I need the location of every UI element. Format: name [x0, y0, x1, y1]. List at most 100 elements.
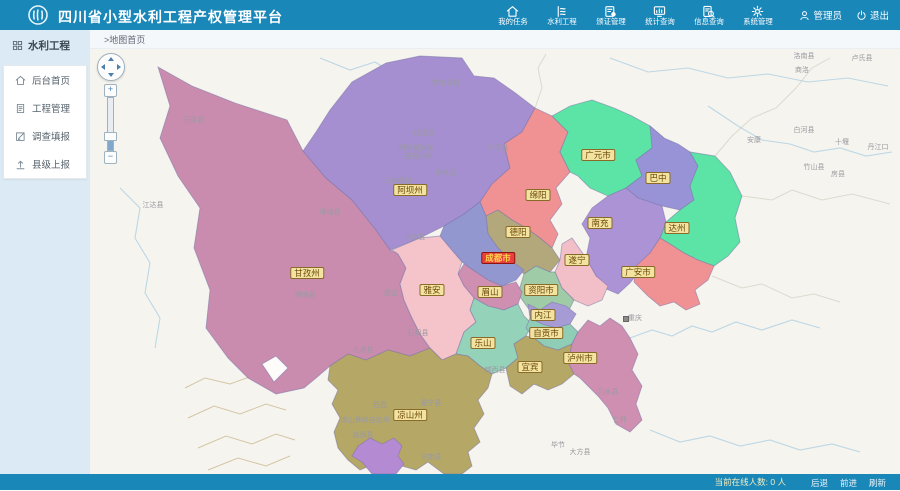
- sidebar-item-县级上报[interactable]: 县级上报: [4, 150, 86, 178]
- map-background-label: 小金县: [405, 232, 426, 242]
- zoom-slider-handle[interactable]: [104, 132, 117, 141]
- map-pan-zoom-control: + −: [97, 53, 125, 164]
- sidebar-item-label: 县级上报: [32, 157, 70, 171]
- power-icon: [856, 10, 867, 21]
- sidebar-item-label: 调查填报: [32, 129, 70, 143]
- gear-icon: [751, 5, 764, 18]
- map-region-label-yaan[interactable]: 雅安: [419, 284, 444, 296]
- sidebar-title-label: 水利工程: [28, 38, 70, 53]
- map-background-label: 壤塘县: [320, 207, 341, 217]
- nav-item-label: 系统管理: [743, 18, 772, 25]
- zoom-out-button[interactable]: −: [104, 151, 117, 164]
- map-region-label-guangan[interactable]: 广安市: [621, 266, 655, 278]
- map-region-label-deyang[interactable]: 德阳: [505, 226, 530, 238]
- status-link-刷新[interactable]: 刷新: [869, 478, 886, 488]
- map-background-label: 毕节: [551, 440, 565, 450]
- map-region-label-luzhou[interactable]: 泸州市: [563, 352, 597, 364]
- sidebar-menu: 后台首页工程管理调查填报县级上报: [3, 65, 87, 179]
- nav-item-水利工程[interactable]: 水利工程: [537, 0, 586, 30]
- map-background-label: 洛南县: [794, 51, 815, 61]
- sidebar-item-label: 后台首页: [32, 73, 70, 87]
- map-region-label-suining[interactable]: 遂宁: [564, 254, 589, 266]
- upload-icon: [15, 159, 26, 170]
- map-region-label-yibin[interactable]: 宜宾: [517, 361, 542, 373]
- breadcrumb-bar: >地图首页: [90, 30, 900, 49]
- map-region-label-leshan[interactable]: 乐山: [470, 337, 495, 349]
- map-background-label: 九龙县: [353, 345, 374, 355]
- edit-icon: [15, 131, 26, 142]
- map-region-label-guangyuan[interactable]: 广元市: [581, 149, 615, 161]
- map-region-label-mianyang[interactable]: 绵阳: [525, 189, 550, 201]
- map-region-label-neijiang[interactable]: 内江: [530, 309, 555, 321]
- map-background-label: 康定: [384, 288, 398, 298]
- map-background-label: 西昌: [373, 400, 387, 410]
- map-region-label-zigong[interactable]: 自贡市: [529, 327, 563, 339]
- water-authority-logo: [27, 4, 49, 26]
- map-background-label: 卢氏县: [852, 53, 873, 63]
- map-region-luzhou[interactable]: [568, 318, 642, 432]
- map-background-label: 房县: [831, 169, 845, 179]
- map-region-label-bazhong[interactable]: 巴中: [645, 172, 670, 184]
- map-background-label: 凉山彝族自治州: [341, 415, 390, 425]
- home-icon: [506, 5, 519, 18]
- map-region-label-dazhou[interactable]: 达州: [664, 222, 689, 234]
- map-background-label: 石渠县: [184, 115, 205, 125]
- map-background-label: 若尔盖县: [432, 78, 460, 88]
- map-canvas[interactable]: 洛南县卢氏县商洛安康白河县十堰丹江口竹山县房县重庆习水县仁怀毕节大方县江达县石渠…: [90, 48, 900, 474]
- zoom-slider[interactable]: [107, 97, 114, 151]
- map-background-label: 平武县: [488, 143, 509, 153]
- pan-down-icon[interactable]: [108, 73, 114, 77]
- map-background-label: 白河县: [794, 125, 815, 135]
- info-search-icon: [702, 5, 715, 18]
- sidebar-item-工程管理[interactable]: 工程管理: [4, 94, 86, 122]
- nav-item-label: 颁证管理: [596, 18, 625, 25]
- map-background-label: 黑水县: [436, 168, 457, 178]
- map-background-label: 习水县: [598, 387, 619, 397]
- nav-item-统计查询[interactable]: 统计查询: [635, 0, 684, 30]
- pan-right-icon[interactable]: [117, 64, 121, 70]
- map-background-label: 商洛: [795, 65, 809, 75]
- sidebar: 水利工程 后台首页工程管理调查填报县级上报: [0, 30, 90, 474]
- map-background-label: 仁怀: [613, 415, 627, 425]
- nav-item-颁证管理[interactable]: 颁证管理: [586, 0, 635, 30]
- map-background-label: 安康: [747, 135, 761, 145]
- nav-item-信息查询[interactable]: 信息查询: [684, 0, 733, 30]
- pan-left-icon[interactable]: [101, 64, 105, 70]
- pan-up-icon[interactable]: [108, 57, 114, 61]
- map-background-label: 石棉县: [408, 328, 429, 338]
- map-region-label-nanchong[interactable]: 南充: [587, 217, 612, 229]
- sidebar-header: 水利工程: [0, 30, 90, 61]
- map-pan-control[interactable]: [97, 53, 125, 81]
- page-title: 四川省小型水利工程产权管理平台: [58, 7, 283, 27]
- breadcrumb: >地图首页: [90, 30, 900, 46]
- nav-item-label: 我的任务: [498, 18, 527, 25]
- nav-item-系统管理[interactable]: 系统管理: [733, 0, 782, 30]
- status-bar: 当前在线人数: 0 人 后退 前进 刷新: [0, 474, 900, 490]
- user-icon: [799, 10, 810, 21]
- map-region-label-aba[interactable]: 阿坝州: [393, 184, 427, 196]
- grid-icon: [12, 40, 23, 51]
- sidebar-item-调查填报[interactable]: 调查填报: [4, 122, 86, 150]
- zoom-in-button[interactable]: +: [104, 84, 117, 97]
- nav-item-我的任务[interactable]: 我的任务: [488, 0, 537, 30]
- statistics-icon: [653, 5, 666, 18]
- status-link-前进[interactable]: 前进: [840, 478, 857, 488]
- map-region-label-chengdu[interactable]: 成都市: [481, 252, 515, 264]
- top-header: 四川省小型水利工程产权管理平台 我的任务 水利工程颁证管理 统计查询 信息查询系统管理…: [0, 0, 900, 30]
- map-region-label-ziyang[interactable]: 资阳市: [524, 284, 558, 296]
- user-name: 管理员: [813, 8, 842, 22]
- map-background-label: 竹山县: [804, 162, 825, 172]
- user-menu[interactable]: 管理员: [794, 8, 847, 22]
- map-background-label: 越西县: [485, 365, 506, 375]
- online-count: 当前在线人数: 0 人: [715, 476, 786, 488]
- nav-item-label: 统计查询: [645, 18, 674, 25]
- map-region-label-ganzi[interactable]: 甘孜州: [290, 267, 324, 279]
- map-background-label: 重庆: [628, 313, 642, 323]
- map-background-label: 江达县: [143, 200, 164, 210]
- sidebar-item-后台首页[interactable]: 后台首页: [4, 66, 86, 94]
- map-region-label-liangshan[interactable]: 凉山州: [393, 409, 427, 421]
- logout-button[interactable]: 退出: [851, 8, 894, 22]
- status-link-后退[interactable]: 后退: [811, 478, 828, 488]
- user-area: 管理员 退出: [794, 0, 894, 30]
- map-region-label-meishan[interactable]: 眉山: [477, 286, 502, 298]
